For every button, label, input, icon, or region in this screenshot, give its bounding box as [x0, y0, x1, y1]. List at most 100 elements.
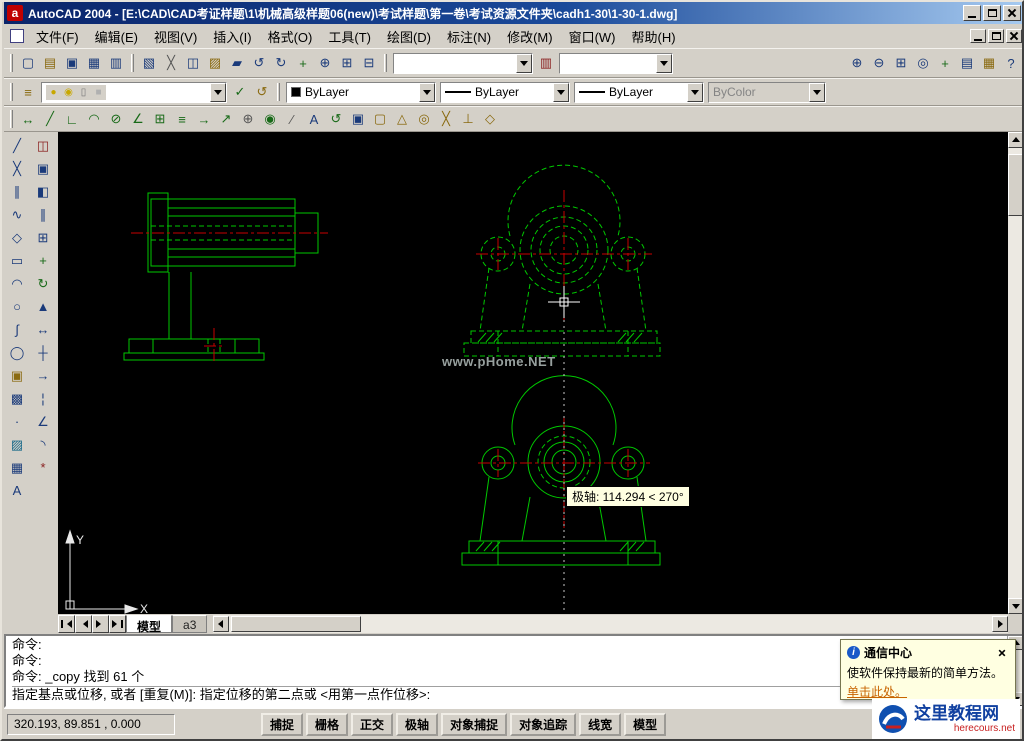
layer-properties-manager-icon[interactable]: ≡: [17, 82, 39, 103]
notification-close-icon[interactable]: [995, 646, 1009, 659]
linetype-combo[interactable]: ByLayer: [440, 82, 570, 103]
tab-prev-button[interactable]: [75, 615, 92, 633]
notification-link[interactable]: 单击此处。: [847, 683, 907, 700]
tab-first-button[interactable]: [58, 615, 75, 633]
tab-next-button[interactable]: [92, 615, 109, 633]
zoom-in-icon[interactable]: ⊕: [846, 53, 868, 74]
publish-icon[interactable]: ▧: [138, 53, 160, 74]
circle-icon[interactable]: ○: [5, 295, 29, 318]
line-icon[interactable]: ╱: [5, 134, 29, 157]
construction-line-icon[interactable]: ╳: [5, 157, 29, 180]
help-icon[interactable]: ?: [1000, 53, 1022, 74]
doc-close-icon[interactable]: [1006, 29, 1022, 43]
dropdown-arrow-icon[interactable]: [419, 83, 435, 102]
dim-diameter-icon[interactable]: ⊘: [105, 109, 127, 130]
menu-item[interactable]: 视图(V): [146, 24, 205, 49]
tab-last-button[interactable]: [109, 615, 126, 633]
match-properties-icon[interactable]: ▰: [226, 53, 248, 74]
dim-update-icon[interactable]: ↺: [325, 109, 347, 130]
tolerance-icon[interactable]: ⊕: [237, 109, 259, 130]
toolbar-grip[interactable]: [131, 54, 134, 72]
multiline-text-icon[interactable]: A: [5, 479, 29, 502]
close-icon[interactable]: [1003, 5, 1021, 21]
tab-model[interactable]: 模型: [126, 615, 172, 633]
make-block-icon[interactable]: ▩: [5, 387, 29, 410]
dim-aligned-icon[interactable]: ╱: [39, 109, 61, 130]
horizontal-scrollbar[interactable]: [213, 615, 1008, 633]
menu-item[interactable]: 工具(T): [320, 24, 379, 49]
text-style-combo[interactable]: [393, 53, 533, 74]
layer-on-bulb-icon[interactable]: ●: [46, 85, 61, 100]
zoom-out-icon[interactable]: ⊖: [868, 53, 890, 74]
menu-item[interactable]: 修改(M): [499, 24, 561, 49]
zoom-realtime-icon[interactable]: ⊕: [314, 53, 336, 74]
toolbar-grip[interactable]: [10, 54, 13, 72]
quick-dimension-icon[interactable]: ⊞: [149, 109, 171, 130]
menu-item[interactable]: 插入(I): [205, 24, 259, 49]
insert-block-icon[interactable]: ▣: [5, 364, 29, 387]
dim-radius-icon[interactable]: ◠: [83, 109, 105, 130]
dropdown-arrow-icon[interactable]: [553, 83, 569, 102]
zoom-extents-icon[interactable]: ◎: [912, 53, 934, 74]
point-icon[interactable]: ·: [5, 410, 29, 433]
menu-item[interactable]: 格式(O): [260, 24, 321, 49]
dim-baseline-icon[interactable]: ≡: [171, 109, 193, 130]
status-toggle-button[interactable]: 对象捕捉: [441, 713, 507, 736]
break-icon[interactable]: ¦: [31, 387, 55, 410]
dim-style-icon[interactable]: ▣: [347, 109, 369, 130]
snap-nearest-icon[interactable]: ◇: [479, 109, 501, 130]
color-combo[interactable]: ByLayer: [286, 82, 436, 103]
plot-icon[interactable]: ▦: [83, 53, 105, 74]
extend-icon[interactable]: →: [31, 364, 55, 387]
dim-linear-icon[interactable]: ↔: [17, 109, 39, 130]
polyline-icon[interactable]: ∿: [5, 203, 29, 226]
dropdown-arrow-icon[interactable]: [687, 83, 703, 102]
status-toggle-button[interactable]: 对象追踪: [510, 713, 576, 736]
redo-icon[interactable]: ↻: [270, 53, 292, 74]
qnew-icon[interactable]: ▢: [17, 53, 39, 74]
region-icon[interactable]: ▦: [5, 456, 29, 479]
ellipse-icon[interactable]: ◯: [5, 341, 29, 364]
status-toggle-button[interactable]: 线宽: [579, 713, 621, 736]
properties-icon[interactable]: ▤: [956, 53, 978, 74]
trim-icon[interactable]: ┼: [31, 341, 55, 364]
minimize-icon[interactable]: [963, 5, 981, 21]
scroll-down-icon[interactable]: [1008, 598, 1024, 614]
rectangle-icon[interactable]: ▭: [5, 249, 29, 272]
dim-angular-icon[interactable]: ∠: [127, 109, 149, 130]
chamfer-icon[interactable]: ∠: [31, 410, 55, 433]
zoom-window-icon[interactable]: ⊞: [336, 53, 358, 74]
dim-continue-icon[interactable]: →: [193, 109, 215, 130]
pan-realtime-icon[interactable]: +: [934, 53, 956, 74]
paste-icon[interactable]: ▨: [204, 53, 226, 74]
save-icon[interactable]: ▣: [61, 53, 83, 74]
menu-item[interactable]: 绘图(D): [379, 24, 439, 49]
copy-object-icon[interactable]: ▣: [31, 157, 55, 180]
menu-item[interactable]: 帮助(H): [624, 24, 684, 49]
designcenter-icon[interactable]: ▦: [978, 53, 1000, 74]
menu-item[interactable]: 标注(N): [439, 24, 499, 49]
rotate-icon[interactable]: ↻: [31, 272, 55, 295]
pan-icon[interactable]: +: [292, 53, 314, 74]
status-toggle-button[interactable]: 栅格: [306, 713, 348, 736]
scale-icon[interactable]: ▲: [31, 295, 55, 318]
plot-preview-icon[interactable]: ▥: [105, 53, 127, 74]
hatch-icon[interactable]: ▨: [5, 433, 29, 456]
lineweight-combo[interactable]: ByLayer: [574, 82, 704, 103]
dim-style-combo[interactable]: [559, 53, 673, 74]
fillet-icon[interactable]: ◝: [31, 433, 55, 456]
layer-previous-icon[interactable]: ↺: [251, 82, 273, 103]
status-toggle-button[interactable]: 捕捉: [261, 713, 303, 736]
vertical-scroll-thumb[interactable]: [1008, 154, 1024, 216]
snap-endpoint-icon[interactable]: ▢: [369, 109, 391, 130]
make-object-layer-current-icon[interactable]: ✓: [229, 82, 251, 103]
stretch-icon[interactable]: ↔: [31, 318, 55, 341]
open-icon[interactable]: ▤: [39, 53, 61, 74]
doc-minimize-icon[interactable]: [970, 29, 986, 43]
snap-intersection-icon[interactable]: ╳: [435, 109, 457, 130]
status-toggle-button[interactable]: 模型: [624, 713, 666, 736]
explode-icon[interactable]: *: [31, 456, 55, 479]
toolbar-grip[interactable]: [10, 83, 13, 101]
quick-leader-icon[interactable]: ↗: [215, 109, 237, 130]
multiline-icon[interactable]: ∥: [5, 180, 29, 203]
